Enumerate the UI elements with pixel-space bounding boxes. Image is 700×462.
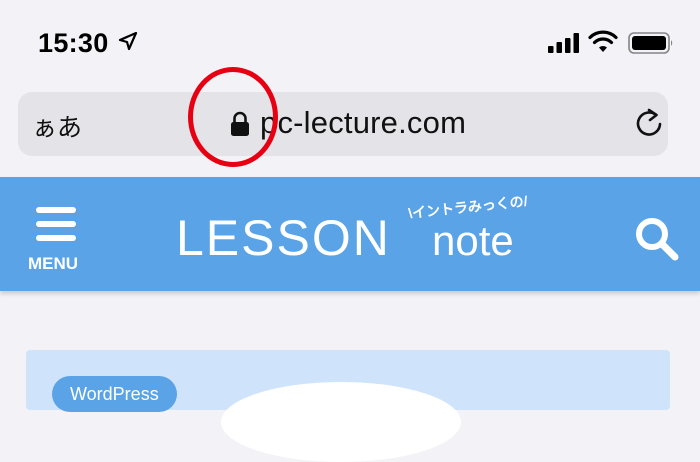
wifi-icon <box>588 30 618 52</box>
battery-icon <box>628 32 673 54</box>
status-time: 15:30 <box>38 28 109 58</box>
menu-label[interactable]: MENU <box>28 254 78 274</box>
reader-aa-button[interactable]: ぁあ <box>32 108 82 144</box>
logo-note-text: note <box>432 217 514 264</box>
search-icon[interactable] <box>632 214 680 262</box>
reload-icon[interactable] <box>632 106 666 142</box>
status-bar: 15:30 <box>0 0 700 86</box>
location-arrow-icon <box>118 31 138 51</box>
signal-icon <box>548 33 579 53</box>
annotation-circle <box>188 67 278 167</box>
logo-main-text: LESSON <box>176 210 391 266</box>
menu-icon[interactable] <box>36 207 76 241</box>
address-bar[interactable]: ぁあ pc-lecture.com <box>18 92 668 156</box>
card-thumbnail <box>221 382 461 462</box>
url-text[interactable]: pc-lecture.com <box>260 105 466 141</box>
site-logo[interactable]: \イントラみっくの/ LESSON note <box>176 189 556 279</box>
site-header: MENU \イントラみっくの/ LESSON note <box>0 177 700 291</box>
article-card[interactable]: WordPress <box>26 350 670 462</box>
category-badge[interactable]: WordPress <box>52 376 177 412</box>
